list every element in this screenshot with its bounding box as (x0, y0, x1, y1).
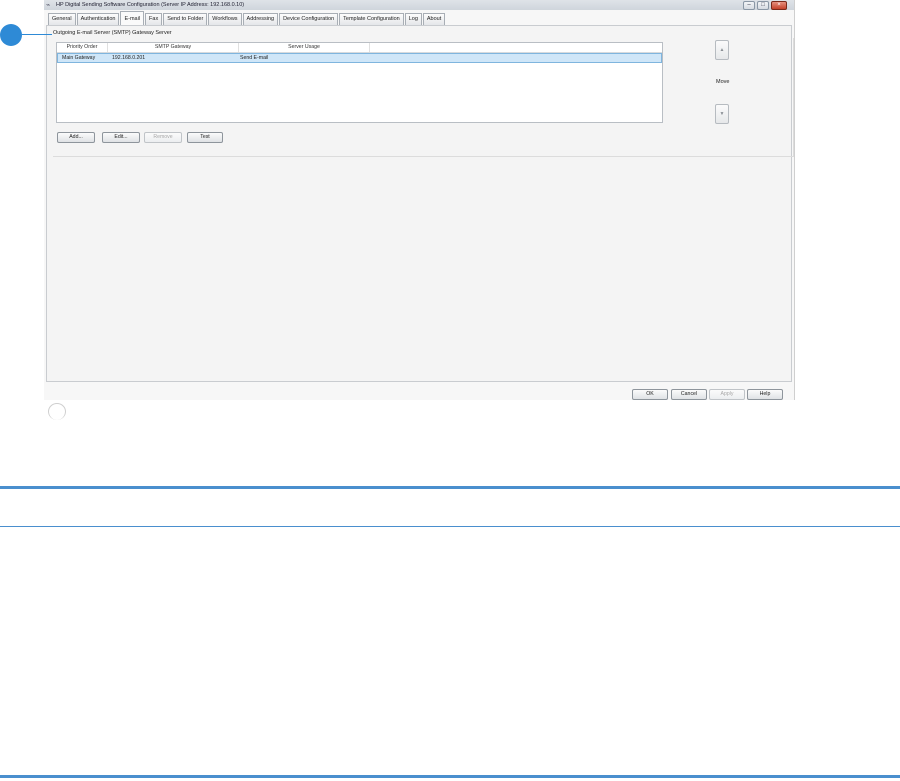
up-arrow-icon: ▲ (719, 47, 725, 53)
ok-button[interactable]: OK (632, 389, 668, 400)
move-down-button[interactable]: ▼ (715, 104, 729, 124)
rule-top (0, 486, 900, 489)
move-up-button[interactable]: ▲ (715, 40, 729, 60)
apply-button[interactable]: Apply (709, 389, 745, 400)
tab-fax[interactable]: Fax (145, 13, 163, 25)
app-icon: ⌁ (46, 2, 51, 9)
help-button[interactable]: Help (747, 389, 783, 400)
move-label: Move (716, 79, 730, 85)
table-row[interactable]: Main Gateway 192.168.0.201 Send E-mail (57, 53, 662, 63)
column-header-priority[interactable]: Priority Order (57, 43, 108, 52)
gateway-list-header: Priority Order SMTP Gateway Server Usage (57, 43, 662, 53)
cell-usage: Send E-mail (240, 55, 269, 61)
tab-send-to-folder[interactable]: Send to Folder (163, 13, 208, 25)
cell-gateway: 192.168.0.201 (112, 55, 146, 61)
cancel-button[interactable]: Cancel (671, 389, 707, 400)
test-button[interactable]: Test (187, 132, 223, 143)
maximize-button[interactable]: □ (757, 1, 769, 10)
rule-middle (0, 526, 900, 527)
rule-bottom (0, 775, 900, 778)
edit-button[interactable]: Edit... (102, 132, 140, 143)
tab-workflows[interactable]: Workflows (208, 13, 242, 25)
callout-leader-line (22, 34, 52, 35)
tab-email[interactable]: E-mail (120, 11, 145, 25)
tab-template-configuration[interactable]: Template Configuration (339, 13, 404, 25)
column-header-gateway[interactable]: SMTP Gateway (108, 43, 239, 52)
add-button[interactable]: Add... (57, 132, 95, 143)
callout-marker (0, 24, 22, 46)
cell-priority: Main Gateway (62, 55, 96, 61)
section-title: Outgoing E-mail Server (SMTP) Gateway Se… (53, 30, 172, 36)
title-bar: ⌁ HP Digital Sending Software Configurat… (44, 0, 794, 10)
tab-about[interactable]: About (422, 13, 446, 25)
column-header-usage[interactable]: Server Usage (239, 43, 370, 52)
tab-addressing[interactable]: Addressing (242, 13, 279, 25)
tab-device-configuration[interactable]: Device Configuration (279, 13, 339, 25)
gateway-list[interactable]: Priority Order SMTP Gateway Server Usage… (56, 42, 663, 123)
close-button[interactable]: × (771, 1, 787, 10)
callout-marker-faded (48, 403, 66, 420)
tab-authentication[interactable]: Authentication (76, 13, 120, 25)
remove-button[interactable]: Remove (144, 132, 182, 143)
tab-content-panel: Outgoing E-mail Server (SMTP) Gateway Se… (46, 25, 794, 382)
config-window: ⌁ HP Digital Sending Software Configurat… (44, 0, 795, 400)
down-arrow-icon: ▼ (719, 111, 725, 117)
window-title: HP Digital Sending Software Configuratio… (56, 2, 245, 8)
tab-log[interactable]: Log (404, 13, 422, 25)
minimize-button[interactable]: – (743, 1, 755, 10)
tab-general[interactable]: General (48, 13, 76, 25)
